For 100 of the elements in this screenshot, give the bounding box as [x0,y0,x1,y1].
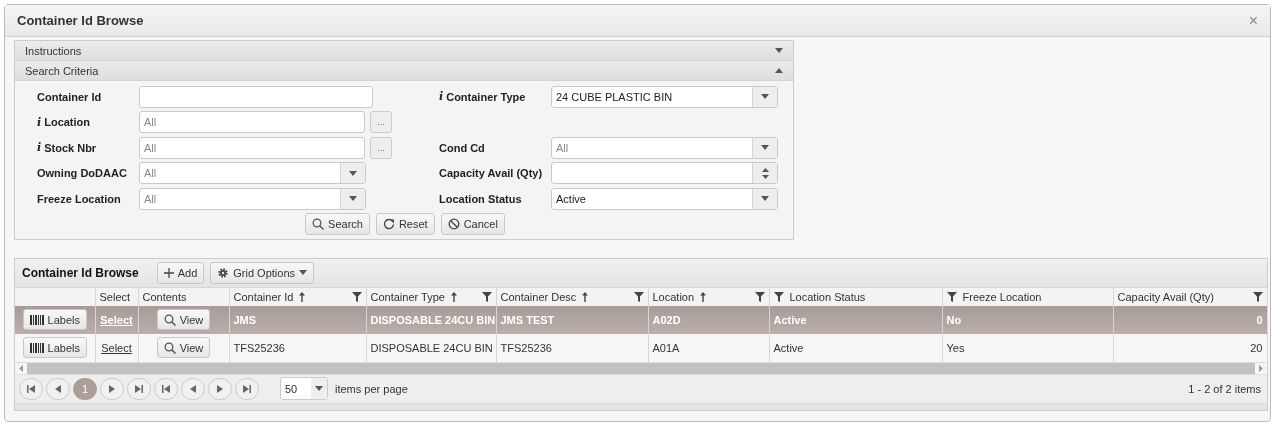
page-size-dropdown[interactable]: 50 [280,377,328,400]
dropdown[interactable]: Active [551,187,778,210]
column-header[interactable]: Container Id [233,290,294,303]
sort-arrow-icon [700,291,707,302]
dropdown[interactable]: 24 CUBE PLASTIC BIN [551,85,778,108]
table-cell: A02D [652,313,681,326]
column-header[interactable]: Location Status [789,290,866,303]
column-header[interactable]: Freeze Location [962,290,1042,303]
dropdown[interactable]: All [139,162,366,185]
input-field[interactable]: All [139,136,365,159]
number-field[interactable] [551,162,778,185]
search-button[interactable]: Search [305,212,370,235]
caret-down-icon [761,196,769,202]
field-label: Stock Nbr [44,141,97,154]
sort-arrow-icon [450,291,457,302]
input-field[interactable]: All [139,111,365,134]
section-header[interactable]: Instructions [15,41,793,61]
caret-down-icon [315,386,323,391]
scroll-right-icon [1259,364,1263,372]
table-row[interactable]: Labels Select View JMS DISPOSABLE 24CU BIN JMS TEST A02D Active No 0 [15,305,1267,334]
field-label: Location [44,116,91,129]
caret-down-icon [349,196,357,202]
table-cell: TFS25236 [233,341,285,354]
lookup-button[interactable]: ... [370,111,392,134]
previous-page-icon [189,384,197,393]
last-page-icon [135,384,143,393]
last-page-button[interactable] [127,377,151,400]
dropdown[interactable]: All [551,136,778,159]
filter-icon [946,291,957,302]
first-page-button[interactable] [154,377,178,400]
gear-icon [217,266,230,279]
barcode-icon [29,314,44,325]
input-field[interactable] [139,85,373,108]
filter-icon [633,291,644,302]
previous-page-icon [54,384,62,393]
filter-icon [1252,291,1263,302]
next-page-button[interactable] [100,377,124,400]
last-page-button[interactable] [235,377,259,400]
labels-button[interactable]: Labels [22,309,87,330]
select-link[interactable]: Select [101,341,132,354]
column-header[interactable]: Container Desc [500,290,577,303]
table-cell: Yes [946,341,965,354]
filter-icon [481,291,492,302]
lookup-button[interactable]: ... [370,136,392,159]
plus-icon [163,267,174,278]
search-icon [312,217,325,230]
field-label: Location Status [439,192,522,205]
previous-page-button[interactable] [46,377,70,400]
barcode-icon [29,342,44,353]
caret-up-icon [775,68,783,73]
cancel-icon [447,217,460,230]
search-icon [163,313,176,326]
reset-button[interactable]: Reset [375,212,435,235]
column-header[interactable]: Location [652,290,695,303]
window-title: Container Id Browse [17,13,144,28]
table-cell: JMS TEST [500,313,555,326]
add-button[interactable]: Add [156,261,205,284]
grid-options-button[interactable]: Grid Options [210,261,314,284]
labels-button[interactable]: Labels [22,337,87,358]
column-header[interactable]: Container Type [370,290,445,303]
table-cell: A01A [652,341,680,354]
previous-page-button[interactable] [181,377,205,400]
caret-down-icon [761,94,769,100]
table-cell: 0 [1256,313,1263,326]
filter-icon [773,291,784,302]
field-label: Container Id [37,90,102,103]
dropdown[interactable]: All [139,187,366,210]
section-title: Instructions [25,44,82,57]
table-cell: No [946,313,962,326]
pager-summary: 1 - 2 of 2 items [1188,382,1261,395]
column-header[interactable]: Capacity Avail (Qty) [1117,290,1214,303]
caret-down-icon [299,270,307,275]
table-row[interactable]: Labels Select View TFS25236 DISPOSABLE 24CU BIN TFS25236 A01A Active Yes 20 [15,333,1267,362]
table-cell: Active [773,341,804,354]
spinner-icon [761,167,769,179]
section-header[interactable]: Search Criteria [15,61,793,81]
first-page-icon [27,384,35,393]
next-page-icon [108,384,116,393]
table-cell: Active [773,313,807,326]
sort-arrow-icon [299,291,306,302]
page-size-label: items per page [335,382,408,395]
caret-down-icon [761,145,769,151]
section-title: Search Criteria [25,64,99,77]
table-cell: JMS [233,313,257,326]
scroll-left-icon [19,364,23,372]
view-button[interactable]: View [156,309,211,330]
first-page-button[interactable] [19,377,43,400]
next-page-button[interactable] [208,377,232,400]
column-header[interactable]: Contents [142,290,187,303]
view-button[interactable]: View [156,337,211,358]
next-page-icon [216,384,224,393]
grid-title: Container Id Browse [22,265,139,280]
table-cell: DISPOSABLE 24CU BIN [370,341,493,354]
filter-icon [754,291,765,302]
info-icon: i [439,90,444,104]
caret-down-icon [349,170,357,176]
table-cell: 20 [1250,341,1263,354]
first-page-icon [162,384,170,393]
cancel-button[interactable]: Cancel [440,212,505,235]
field-label: Capacity Avail (Qty) [439,167,543,180]
